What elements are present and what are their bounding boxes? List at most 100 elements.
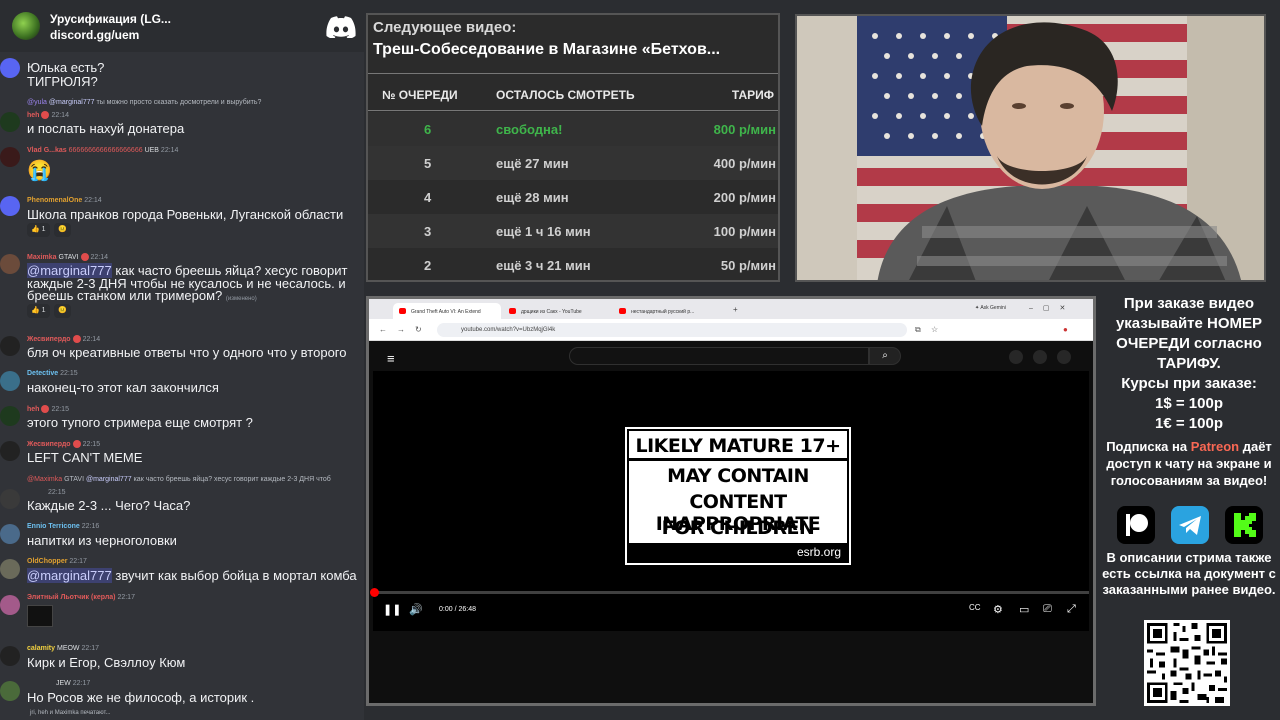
progress-scrubber[interactable] bbox=[370, 588, 379, 597]
author-name[interactable]: heh bbox=[27, 112, 39, 119]
telegram-icon[interactable] bbox=[1171, 506, 1209, 544]
message-text: бля оч креативные ответы что у одного чт… bbox=[27, 345, 347, 360]
account-avatar[interactable] bbox=[1057, 350, 1071, 364]
message-meta: Элитный Льотчик (керла) 22:17 bbox=[27, 594, 135, 601]
avatar[interactable] bbox=[0, 524, 20, 544]
subtitles-icon[interactable]: CC bbox=[969, 603, 981, 612]
qr-code[interactable] bbox=[1144, 620, 1230, 706]
reply-mention[interactable]: @marginal777 bbox=[86, 476, 132, 483]
new-tab-button[interactable]: + bbox=[733, 305, 738, 314]
author-name[interactable]: OldChopper bbox=[27, 558, 67, 565]
avatar[interactable] bbox=[0, 406, 20, 426]
message-text: ТИГРЮЛЯ? bbox=[27, 74, 98, 89]
avatar[interactable] bbox=[0, 254, 20, 274]
avatar[interactable] bbox=[0, 441, 20, 461]
avatar[interactable] bbox=[0, 595, 20, 615]
author-name[interactable]: PhenomenalOne bbox=[27, 197, 82, 204]
timestamp: 22:15 bbox=[60, 370, 78, 377]
esrb-rating: LIKELY MATURE 17+ bbox=[629, 431, 847, 461]
webcam-feed bbox=[795, 14, 1266, 282]
timestamp: 22:17 bbox=[72, 680, 91, 687]
reply-author[interactable]: @yula bbox=[27, 99, 47, 106]
next-video-title: Треш-Собеседование в Магазине «Бетхов... bbox=[373, 41, 721, 58]
fullscreen-icon[interactable]: ⤢ bbox=[1067, 603, 1076, 616]
tab-title: Grand Theft Auto VI: An Extend bbox=[411, 309, 481, 315]
author-name[interactable]: calamity bbox=[27, 645, 55, 652]
forward-icon[interactable]: → bbox=[397, 325, 405, 334]
avatar[interactable] bbox=[0, 147, 20, 167]
browser-tab[interactable]: дрщики из Сакх - YouTube bbox=[503, 303, 611, 319]
avatar[interactable] bbox=[0, 681, 20, 701]
avatar[interactable] bbox=[0, 371, 20, 391]
order-instructions: При заказе видео указывайте НОМЕР ОЧЕРЕД… bbox=[1115, 295, 1263, 372]
avatar[interactable] bbox=[0, 646, 20, 666]
kick-icon[interactable] bbox=[1225, 506, 1263, 544]
hamburger-menu-icon[interactable]: ≡ bbox=[387, 351, 395, 366]
miniplayer-icon[interactable]: ▭ bbox=[1019, 603, 1029, 616]
queue-row: 2 ещё 3 ч 21 мин 50 р/мин bbox=[368, 248, 778, 282]
patreon-link[interactable]: Patreon bbox=[1191, 439, 1239, 454]
reaction[interactable]: 👍 1 bbox=[27, 223, 50, 237]
reply-tag: GTAVI bbox=[64, 476, 85, 483]
author-name[interactable]: Detective bbox=[27, 370, 58, 377]
close-icon[interactable]: ✕ bbox=[1060, 305, 1076, 312]
volume-icon[interactable]: 🔊 bbox=[409, 603, 423, 616]
author-name[interactable]: Ennio Terricone bbox=[27, 523, 80, 530]
patreon-icon[interactable] bbox=[1117, 506, 1155, 544]
message-text: LEFT CAN'T MEME bbox=[27, 450, 143, 465]
user-mention[interactable]: @marginal777 bbox=[27, 568, 112, 583]
notifications-icon[interactable] bbox=[1033, 350, 1047, 364]
tab-title: нестандартный русский р... bbox=[631, 309, 695, 315]
browser-tab[interactable]: нестандартный русский р... bbox=[613, 303, 721, 319]
queue-row: 3 ещё 1 ч 16 мин 100 р/мин bbox=[368, 214, 778, 248]
message-meta: Жесвипердо 22:14 bbox=[27, 335, 100, 343]
avatar[interactable] bbox=[0, 112, 20, 132]
window-controls: –▢✕ bbox=[1029, 304, 1075, 312]
timestamp: 22:14 bbox=[82, 335, 101, 343]
settings-icon[interactable]: ⚙ bbox=[993, 603, 1003, 616]
back-icon[interactable]: ← bbox=[379, 325, 387, 334]
message-text-part: бреешь станком или тримером? bbox=[27, 288, 223, 303]
url-input[interactable]: youtube.com/watch?v=UbzMqjGl4k bbox=[437, 323, 907, 337]
profile-icon[interactable]: ● bbox=[1063, 325, 1068, 334]
reply-mention[interactable]: @marginal777 bbox=[49, 99, 95, 106]
minimize-icon[interactable]: – bbox=[1029, 305, 1043, 312]
maximize-icon[interactable]: ▢ bbox=[1043, 305, 1060, 312]
extensions-icon[interactable]: ⧉ bbox=[915, 325, 921, 335]
server-invite[interactable]: discord.gg/uem bbox=[50, 28, 139, 42]
ask-gemini-button[interactable]: ✦ Ask Gemini bbox=[975, 305, 1006, 311]
timestamp: 22:14 bbox=[160, 147, 179, 154]
author-name[interactable]: Элитный Льотчик (керла) bbox=[27, 594, 116, 601]
queue-number: 6 bbox=[424, 122, 432, 137]
avatar[interactable] bbox=[0, 559, 20, 579]
avatar[interactable] bbox=[0, 336, 20, 356]
avatar[interactable] bbox=[0, 489, 20, 509]
author-name[interactable]: heh bbox=[27, 406, 39, 413]
youtube-search-input[interactable] bbox=[569, 347, 869, 365]
reaction[interactable]: 😐 bbox=[54, 223, 71, 237]
video-progress-bar[interactable] bbox=[370, 588, 1089, 597]
avatar[interactable] bbox=[0, 58, 20, 78]
browser-tab[interactable]: Grand Theft Auto VI: An Extend bbox=[393, 303, 501, 319]
video-time: 0:00 / 26:48 bbox=[439, 606, 476, 613]
info-panel: При заказе видео указывайте НОМЕР ОЧЕРЕД… bbox=[1098, 290, 1280, 720]
author-name[interactable]: Vlad G...kas bbox=[27, 147, 67, 154]
message-text: Но Росов же не философ, а историк . bbox=[27, 690, 255, 705]
author-name[interactable]: Maximka bbox=[27, 254, 57, 261]
reload-icon[interactable]: ↻ bbox=[415, 325, 422, 334]
queue-row: 6 свободна! 800 р/мин bbox=[368, 112, 778, 146]
reply-author[interactable]: @Maximka bbox=[27, 476, 62, 483]
author-name[interactable]: Жесвипердо bbox=[27, 441, 71, 448]
cast-icon[interactable]: ⎚ bbox=[1043, 603, 1052, 616]
author-name[interactable]: Жесвипердо bbox=[27, 336, 71, 343]
message-text: Кирк и Егор, Свэллоу Кюм bbox=[27, 655, 186, 670]
create-icon[interactable] bbox=[1009, 350, 1023, 364]
server-icon[interactable] bbox=[12, 12, 40, 40]
reaction[interactable]: 👍 1 bbox=[27, 304, 50, 318]
pause-icon[interactable]: ❚❚ bbox=[383, 603, 401, 616]
queue-rate: 400 р/мин bbox=[713, 156, 776, 171]
search-icon[interactable]: ⌕ bbox=[869, 347, 901, 365]
bookmark-icon[interactable]: ☆ bbox=[931, 325, 938, 334]
avatar[interactable] bbox=[0, 196, 20, 216]
reaction[interactable]: 😐 bbox=[54, 304, 71, 318]
